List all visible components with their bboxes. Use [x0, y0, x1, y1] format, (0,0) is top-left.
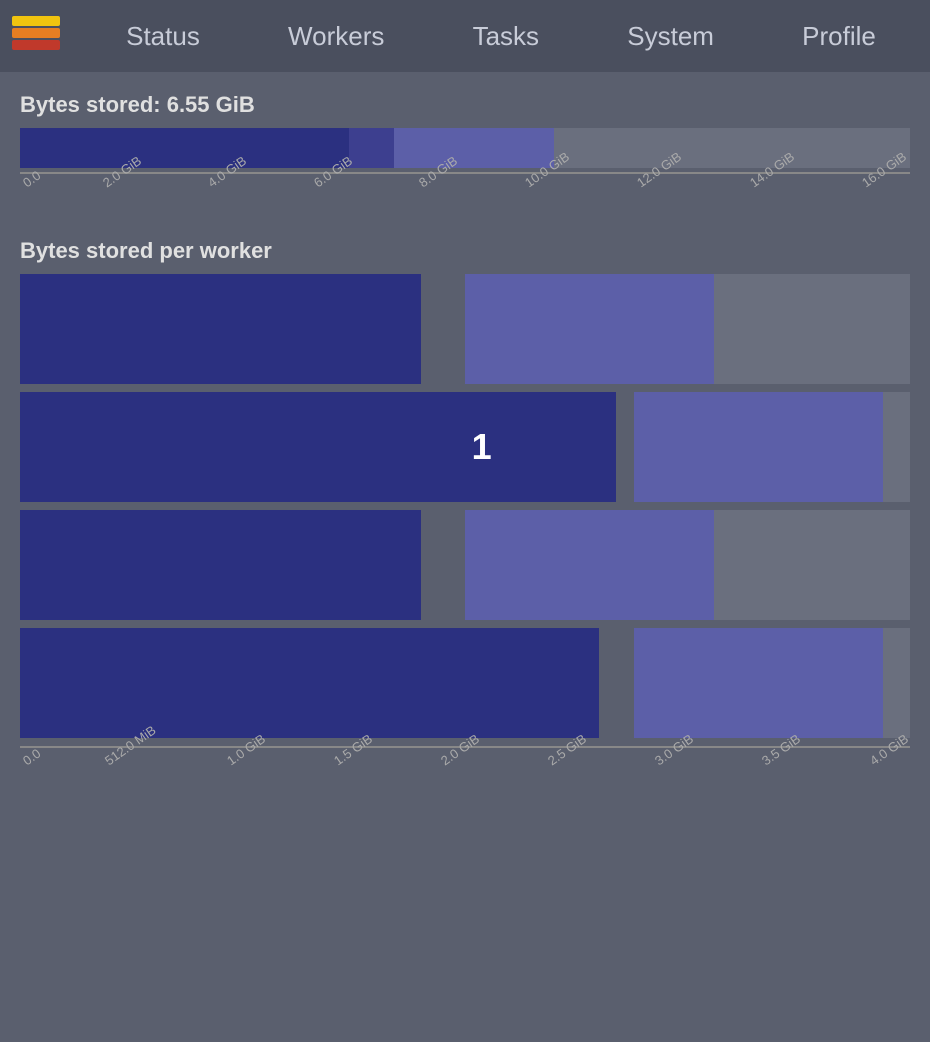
- worker-bar-3-light: [465, 510, 714, 620]
- worker-x-ticks: 0.0 512.0 MiB 1.0 GiB 1.5 GiB 2.0 GiB 2.…: [20, 752, 910, 771]
- worker-bar-2: 1: [20, 392, 910, 502]
- worker-bar-1: [20, 274, 910, 384]
- x-tick-12: 12.0 GiB: [634, 174, 685, 193]
- worker-bar-4-dark: [20, 628, 599, 738]
- x-tick-8: 8.0 GiB: [416, 174, 459, 193]
- bar-segment-dark: [20, 128, 349, 168]
- bytes-per-worker-title: Bytes stored per worker: [20, 238, 910, 264]
- x-tick-2: 2.0 GiB: [100, 174, 143, 193]
- bytes-stored-x-axis: 0.0 2.0 GiB 4.0 GiB 6.0 GiB 8.0 GiB: [20, 172, 910, 208]
- nav-links: Status Workers Tasks System Profile: [82, 11, 920, 62]
- x-tick-4: 4.0 GiB: [205, 174, 248, 193]
- worker-bar-3-dark: [20, 510, 421, 620]
- nav-status[interactable]: Status: [106, 11, 220, 62]
- bytes-stored-title: Bytes stored: 6.55 GiB: [20, 92, 910, 118]
- x-tick-10: 10.0 GiB: [522, 174, 573, 193]
- worker-x-tick-1.5g: 1.5 GiB: [331, 752, 374, 771]
- nav-profile[interactable]: Profile: [782, 11, 896, 62]
- worker-x-tick-512: 512.0 MiB: [102, 752, 161, 771]
- navbar: Status Workers Tasks System Profile: [0, 0, 930, 72]
- worker-bars: 1: [20, 274, 910, 738]
- worker-bar-1-light: [465, 274, 714, 384]
- worker-x-tick-0: 0.0: [20, 752, 38, 771]
- nav-tasks[interactable]: Tasks: [453, 11, 559, 62]
- bytes-stored-bar: 0.0 2.0 GiB 4.0 GiB 6.0 GiB 8.0 GiB: [20, 128, 910, 208]
- worker-bar-2-dark: [20, 392, 616, 502]
- worker-x-tick-3g: 3.0 GiB: [652, 752, 695, 771]
- worker-x-tick-1g: 1.0 GiB: [224, 752, 267, 771]
- worker-bar-4-light: [634, 628, 883, 738]
- bytes-stored-chart: Bytes stored: 6.55 GiB 0.0 2.0 GiB: [20, 92, 910, 208]
- worker-bar-1-dark: [20, 274, 421, 384]
- nav-system[interactable]: System: [607, 11, 734, 62]
- worker-x-tick-4g: 4.0 GiB: [867, 752, 910, 771]
- main-content: Bytes stored: 6.55 GiB 0.0 2.0 GiB: [0, 72, 930, 782]
- worker-x-axis: 0.0 512.0 MiB 1.0 GiB 1.5 GiB 2.0 GiB 2.…: [20, 746, 910, 782]
- logo-icon: [10, 10, 62, 62]
- chart-number-label: 1: [472, 426, 492, 468]
- worker-x-tick-2.5g: 2.5 GiB: [545, 752, 588, 771]
- x-tick-14: 14.0 GiB: [747, 174, 798, 193]
- bar-segment-light: [394, 128, 554, 168]
- x-tick-6: 6.0 GiB: [311, 174, 354, 193]
- worker-bar-2-light: [634, 392, 883, 502]
- worker-bar-3: [20, 510, 910, 620]
- x-tick-16: 16.0 GiB: [859, 174, 910, 193]
- worker-x-tick-3.5g: 3.5 GiB: [759, 752, 802, 771]
- nav-workers[interactable]: Workers: [268, 11, 404, 62]
- x-tick-0: 0.0: [20, 174, 38, 193]
- bar-segment-medium: [349, 128, 394, 168]
- worker-x-tick-2g: 2.0 GiB: [438, 752, 481, 771]
- x-ticks: 0.0 2.0 GiB 4.0 GiB 6.0 GiB 8.0 GiB: [20, 174, 910, 193]
- worker-bar-4: [20, 628, 910, 738]
- bytes-per-worker-chart: Bytes stored per worker 1: [20, 238, 910, 782]
